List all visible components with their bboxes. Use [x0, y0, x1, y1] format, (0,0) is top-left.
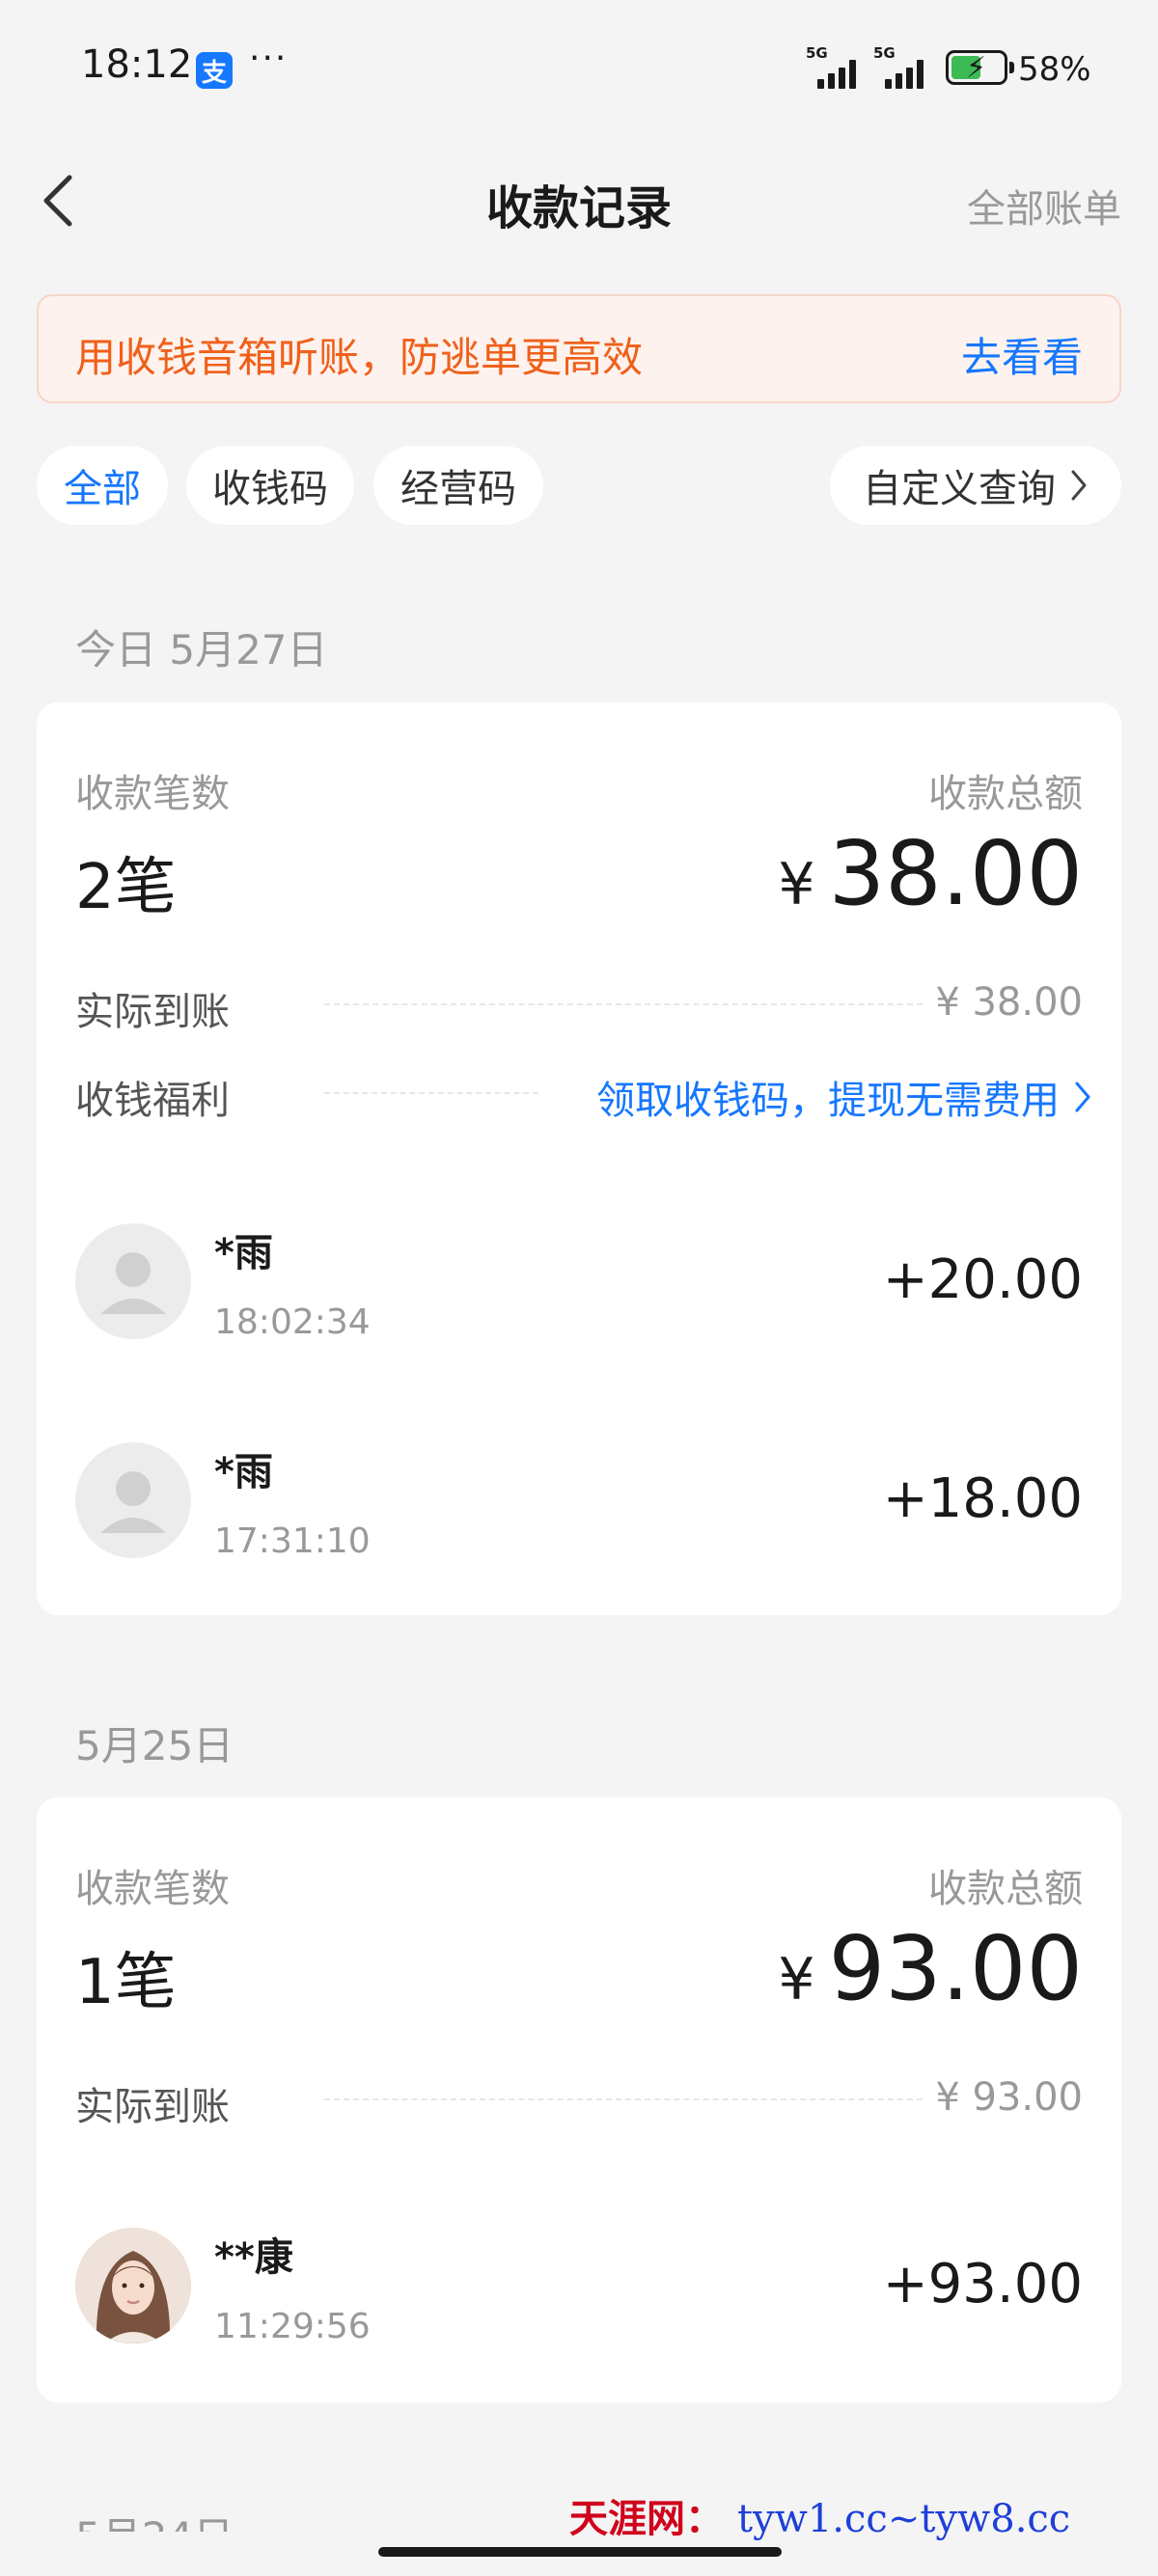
promo-banner[interactable]: 用收钱音箱听账，防逃单更高效 去看看 [37, 294, 1121, 403]
watermark-site: 天涯网： [569, 2496, 724, 2541]
received-label: 实际到账 [75, 2085, 230, 2129]
total-amount: 93.00 [828, 1917, 1083, 2020]
divider [324, 1092, 538, 1094]
payment-amount: +93.00 [882, 2253, 1083, 2316]
daily-summary-card: 收款笔数 收款总额 2笔 ¥ 38.00 实际到账 ¥ 38.00 收钱福利 领… [37, 702, 1121, 1615]
payment-amount: +18.00 [882, 1467, 1083, 1530]
received-label: 实际到账 [75, 990, 230, 1034]
home-indicator[interactable] [378, 2547, 782, 2557]
custom-query-button[interactable]: 自定义查询 [830, 446, 1121, 525]
more-notifications-icon: ··· [249, 39, 289, 78]
alipay-notification-icon: 支 [196, 52, 233, 89]
payment-time: 17:31:10 [214, 1521, 371, 1561]
banner-text: 用收钱音箱听账，防逃单更高效 [75, 334, 644, 381]
filter-chip-all[interactable]: 全部 [37, 446, 168, 525]
chevron-right-icon [1071, 470, 1087, 501]
received-amount: ¥ 93.00 [935, 2075, 1083, 2120]
payment-amount: +20.00 [882, 1248, 1083, 1311]
count-label: 收款笔数 [75, 772, 230, 816]
total-amount: 38.00 [828, 822, 1083, 925]
currency-symbol: ¥ [778, 1946, 815, 2014]
default-person-icon [75, 1442, 191, 1558]
benefit-label: 收钱福利 [75, 1079, 230, 1123]
total-label: 收款总额 [928, 1867, 1083, 1911]
payer-name: *雨 [214, 1450, 273, 1494]
payment-count: 1笔 [75, 1947, 177, 2018]
payer-name: *雨 [214, 1231, 273, 1275]
default-person-icon [75, 1223, 191, 1339]
status-time: 18:12 [81, 42, 193, 87]
total-label: 收款总额 [928, 772, 1083, 816]
divider [324, 1003, 923, 1005]
payment-time: 18:02:34 [214, 1302, 371, 1342]
count-label: 收款笔数 [75, 1867, 230, 1911]
battery-icon: ⚡ [946, 50, 1014, 85]
payer-name: **康 [214, 2235, 293, 2280]
filter-chip-business-code[interactable]: 经营码 [373, 446, 543, 525]
date-header: 5月24日 [75, 2505, 234, 2532]
banner-action-link[interactable]: 去看看 [961, 325, 1083, 384]
all-bills-link[interactable]: 全部账单 [967, 178, 1121, 233]
payment-total: ¥ 38.00 [778, 822, 1083, 925]
received-amount: ¥ 38.00 [935, 980, 1083, 1025]
daily-summary-card: 收款笔数 收款总额 1笔 ¥ 93.00 实际到账 ¥ 93.00 **康 11… [37, 1797, 1121, 2402]
divider [324, 2098, 923, 2100]
payment-total: ¥ 93.00 [778, 1917, 1083, 2020]
battery-percent: 58% [1018, 50, 1091, 89]
benefit-link[interactable]: 领取收钱码，提现无需费用 [596, 1069, 1092, 1125]
custom-query-label: 自定义查询 [863, 467, 1056, 511]
watermark-url: tyw1.cc~tyw8.cc [736, 2497, 1071, 2541]
watermark: 天涯网： tyw1.cc~tyw8.cc [569, 2487, 1070, 2543]
filter-chip-payment-code[interactable]: 收钱码 [186, 446, 354, 525]
benefit-link-label: 领取收钱码，提现无需费用 [596, 1079, 1060, 1123]
payment-time: 11:29:56 [214, 2307, 371, 2346]
chevron-right-icon [1075, 1082, 1090, 1112]
charging-bolt-icon: ⚡ [966, 51, 987, 85]
date-header: 5月25日 [75, 1722, 234, 1769]
date-header: 今日 5月27日 [75, 626, 328, 673]
payment-count: 2笔 [75, 852, 177, 923]
user-photo-avatar [75, 2228, 191, 2343]
currency-symbol: ¥ [778, 851, 815, 918]
status-bar: 18:12 支 ··· 5G 5G ⚡ 58% [81, 39, 1091, 89]
